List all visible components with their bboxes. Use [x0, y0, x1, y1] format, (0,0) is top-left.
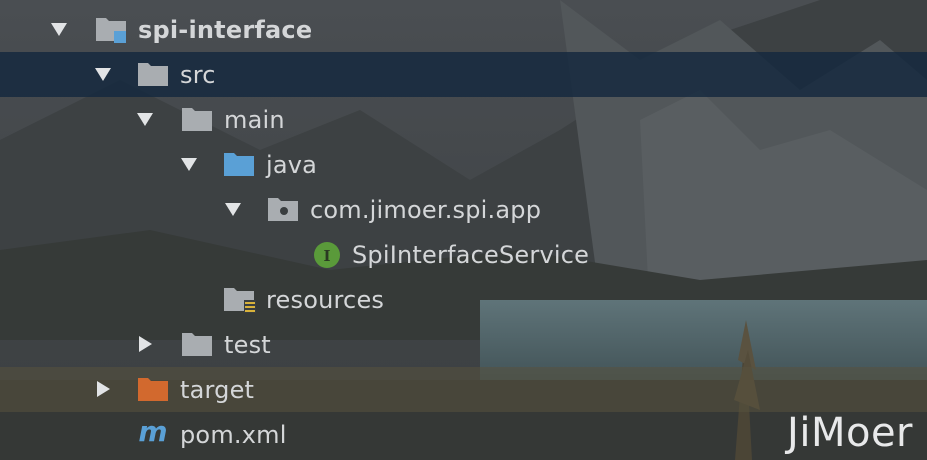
tree-label: com.jimoer.spi.app	[310, 195, 542, 224]
svg-text:I: I	[323, 247, 330, 265]
expand-arrow-icon[interactable]	[136, 110, 154, 128]
tree-label: main	[224, 105, 285, 134]
tree-label: resources	[266, 285, 385, 314]
folder-icon	[180, 104, 214, 134]
tree-row-main[interactable]: main	[0, 97, 927, 142]
resources-folder-icon	[222, 284, 256, 314]
expand-arrow-icon[interactable]	[224, 200, 242, 218]
tree-label: spi-interface	[138, 15, 313, 44]
package-icon	[266, 194, 300, 224]
tree-row-interface[interactable]: I SpiInterfaceService	[0, 232, 927, 277]
expand-arrow-icon[interactable]	[180, 155, 198, 173]
tree-label: test	[224, 330, 271, 359]
tree-row-spi-interface[interactable]: spi-interface	[0, 7, 927, 52]
tree-label: pom.xml	[180, 420, 287, 449]
tree-row-java[interactable]: java	[0, 142, 927, 187]
expand-arrow-icon[interactable]	[50, 20, 68, 38]
folder-icon	[180, 329, 214, 359]
tree-label: SpiInterfaceService	[352, 240, 590, 269]
module-folder-icon	[94, 14, 128, 44]
tree-label: src	[180, 60, 216, 89]
project-tree: spi-interface src main java com.jimoer.s…	[0, 0, 927, 460]
svg-text:m: m	[138, 417, 167, 447]
tree-label: target	[180, 375, 255, 404]
collapse-arrow-icon[interactable]	[136, 335, 154, 353]
tree-row-resources[interactable]: resources	[0, 277, 927, 322]
interface-icon: I	[310, 239, 344, 269]
tree-row-package[interactable]: com.jimoer.spi.app	[0, 187, 927, 232]
tree-row-test[interactable]: test	[0, 322, 927, 367]
maven-icon: m	[136, 417, 170, 447]
tree-row-target[interactable]: target	[0, 367, 927, 412]
tree-row-src[interactable]: src	[0, 52, 927, 97]
source-folder-icon	[222, 149, 256, 179]
watermark-text: JiMoer	[787, 410, 913, 456]
folder-icon	[136, 59, 170, 89]
tree-label: java	[266, 150, 318, 179]
collapse-arrow-icon[interactable]	[94, 380, 112, 398]
excluded-folder-icon	[136, 374, 170, 404]
expand-arrow-icon[interactable]	[94, 65, 112, 83]
